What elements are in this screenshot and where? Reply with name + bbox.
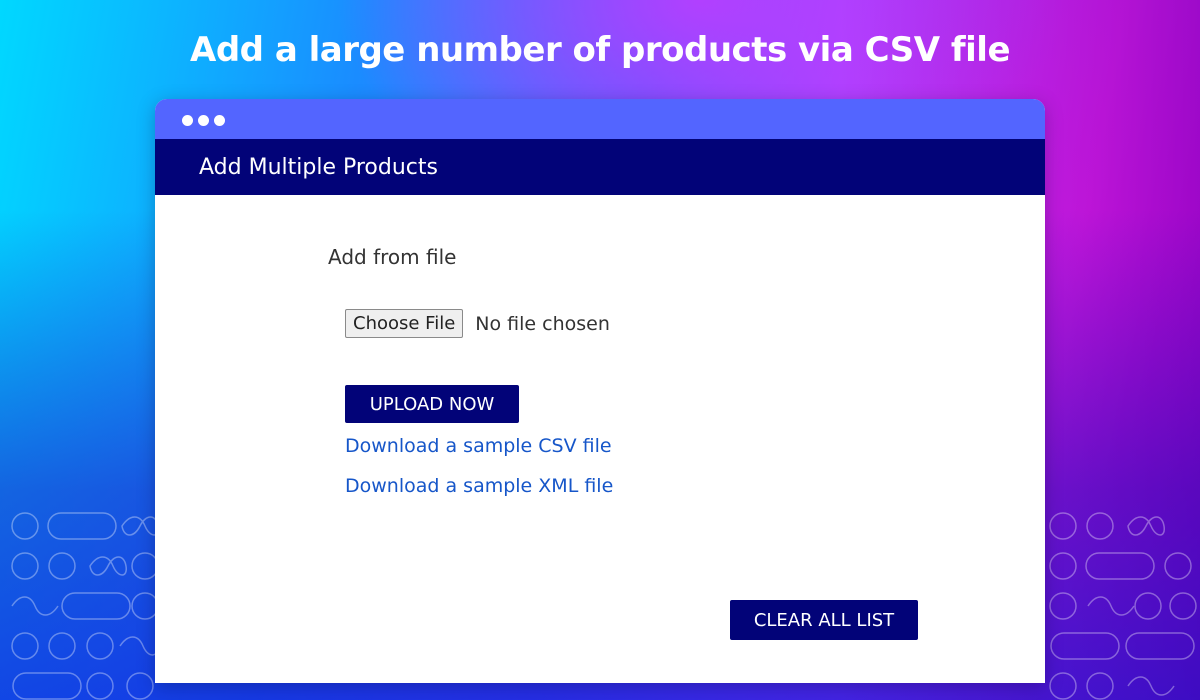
download-sample-csv-link[interactable]: Download a sample CSV file xyxy=(345,435,612,457)
decorative-pattern-right xyxy=(1049,512,1197,700)
window-header: Add Multiple Products xyxy=(155,139,1045,195)
window-title: Add Multiple Products xyxy=(199,154,438,180)
choose-file-button[interactable]: Choose File xyxy=(345,309,464,338)
file-status-text: No file chosen xyxy=(475,312,610,335)
window-dots-icon xyxy=(182,115,225,126)
window-titlebar xyxy=(155,99,1045,139)
download-sample-xml-link[interactable]: Download a sample XML file xyxy=(345,475,613,497)
dot-icon xyxy=(198,115,209,126)
dot-icon xyxy=(214,115,225,126)
file-input-row: Choose File No file chosen xyxy=(345,309,610,338)
clear-all-list-button[interactable]: CLEAR ALL LIST xyxy=(730,600,918,640)
page-headline: Add a large number of products via CSV f… xyxy=(190,30,1011,70)
section-label: Add from file xyxy=(328,245,457,269)
form-panel: Add from file Choose File No file chosen… xyxy=(155,195,1045,683)
dot-icon xyxy=(182,115,193,126)
app-window: Add Multiple Products Add from file Choo… xyxy=(155,99,1045,683)
decorative-pattern-left xyxy=(11,512,159,700)
upload-now-button[interactable]: UPLOAD NOW xyxy=(345,385,519,423)
